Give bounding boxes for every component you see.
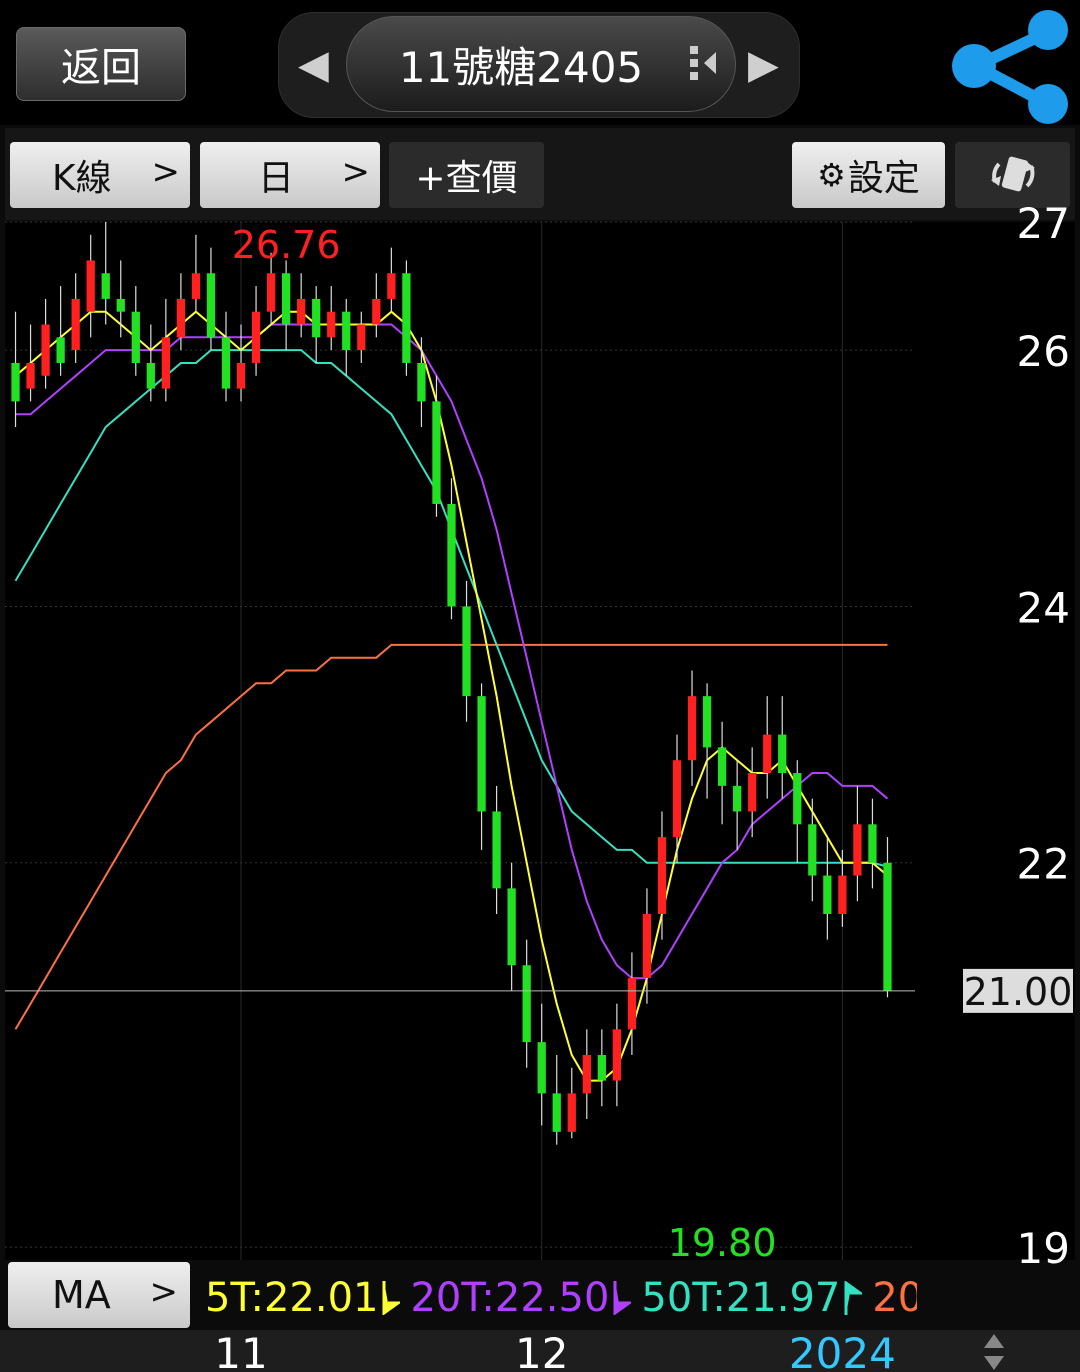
candle-body <box>657 837 667 914</box>
candle-body <box>462 606 471 697</box>
candle-body <box>206 273 216 338</box>
indicator-select-button[interactable]: MA > <box>8 1262 190 1328</box>
candle-body <box>642 914 652 979</box>
candle-body <box>853 824 862 876</box>
candle-body <box>312 298 321 338</box>
candle-body <box>146 362 155 389</box>
candle-body <box>537 1042 546 1094</box>
candle-body <box>221 337 231 389</box>
candle-body <box>492 811 501 889</box>
ma-value-item: 20T:22.50 <box>410 1275 632 1321</box>
candle-body <box>582 1054 591 1094</box>
candle-body <box>281 273 291 325</box>
ma-value-item: 5T:22.01 <box>205 1275 401 1321</box>
candle-body <box>417 362 426 402</box>
candle-body <box>297 298 306 325</box>
last-price-label: 21.00 <box>964 970 1073 1014</box>
time-axis-label: 2024 <box>789 1330 896 1372</box>
trend-down-icon <box>382 1281 401 1315</box>
candle-body <box>733 785 742 812</box>
ma-value-item: 50T:21.97 <box>641 1275 863 1321</box>
price-tick-label: 22 <box>1017 840 1070 889</box>
candle-body <box>702 696 712 748</box>
candle-body <box>808 824 817 876</box>
trend-down-icon <box>613 1281 632 1315</box>
candle-body <box>763 734 772 774</box>
candle-body <box>432 401 441 504</box>
candle-body <box>883 862 892 991</box>
price-tick-label: 26 <box>1017 327 1070 376</box>
candle-body <box>342 311 351 351</box>
candle-body <box>11 362 20 402</box>
candle-body <box>101 273 110 299</box>
ma-values-row: 5T:22.01 20T:22.50 50T:21.97 200T: <box>205 1270 917 1326</box>
candle-body <box>327 311 336 338</box>
candle-body <box>552 1093 561 1132</box>
candle-body <box>778 734 787 774</box>
candle-body <box>71 298 80 351</box>
candle-body <box>823 875 832 914</box>
candle-body <box>41 324 50 376</box>
time-axis-labels: 1112202402 <box>214 1330 896 1372</box>
candle-body <box>357 324 366 351</box>
candle-body <box>56 337 65 363</box>
candle-body <box>86 260 95 312</box>
ma-value-text: 20T:22.50 <box>410 1275 610 1321</box>
ma-value-text: 200T: <box>872 1275 917 1321</box>
candle-body <box>612 1029 622 1081</box>
candle-body <box>672 760 682 838</box>
price-tick-label: 19 <box>1017 1224 1070 1273</box>
candle-body <box>793 773 802 825</box>
candlestick-chart[interactable]: 27 26 24 22 19 21.00 26.76 19.80 <box>0 0 1080 1372</box>
candle-body <box>191 273 201 299</box>
candle-body <box>387 273 396 299</box>
ma-value-text: 50T:21.97 <box>641 1275 841 1321</box>
indicator-label: MA <box>52 1273 111 1317</box>
candle-body <box>838 875 847 914</box>
candle-body <box>266 273 276 312</box>
ma-value-text: 5T:22.01 <box>205 1275 379 1321</box>
price-tick-label: 24 <box>1017 583 1070 632</box>
time-axis-label: 12 <box>515 1330 568 1372</box>
ma-value-item: 200T: <box>872 1275 917 1321</box>
candle-body <box>251 311 261 363</box>
candle-body <box>26 362 35 389</box>
candle-body <box>236 362 246 389</box>
candle-body <box>477 696 486 812</box>
trend-up-icon <box>844 1281 863 1315</box>
candle-body <box>567 1093 576 1132</box>
candle-body <box>447 503 456 607</box>
price-axis-area <box>915 222 1075 1260</box>
candle-body <box>131 311 140 363</box>
candle-body <box>687 696 697 761</box>
candle-body <box>161 337 170 389</box>
candle-body <box>627 978 637 1030</box>
price-tick-label: 27 <box>1017 199 1070 248</box>
high-price-label: 26.76 <box>232 223 341 267</box>
candle-body <box>597 1054 606 1081</box>
chevron-right-icon: > <box>149 1272 179 1312</box>
candle-body <box>868 824 877 863</box>
scroll-updown-icon[interactable] <box>982 1332 1006 1372</box>
candle-body <box>402 273 411 363</box>
candle-body <box>717 747 727 786</box>
candle-body <box>522 965 531 1043</box>
candle-body <box>372 298 381 325</box>
low-price-label: 19.80 <box>668 1221 777 1265</box>
candle <box>402 260 411 376</box>
candle-body <box>507 888 516 966</box>
time-axis-label: 11 <box>214 1330 267 1372</box>
candle-body <box>748 773 757 812</box>
candle-body <box>176 298 186 338</box>
candle-body <box>116 298 125 312</box>
